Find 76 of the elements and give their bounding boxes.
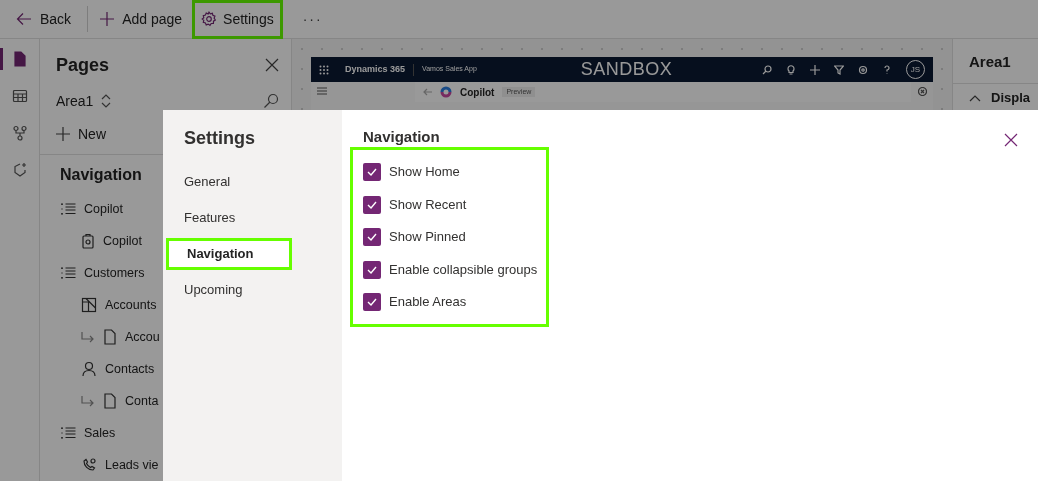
- settings-tab[interactable]: Upcoming: [163, 274, 342, 306]
- checkmark-icon: [367, 233, 377, 241]
- sandbox-label: SANDBOX: [580, 58, 673, 81]
- page-title: Copilot: [460, 85, 495, 100]
- phone-gear-icon: [81, 457, 97, 473]
- tree-item[interactable]: Accou: [125, 327, 160, 347]
- panel-title: Area1: [953, 39, 1038, 84]
- tree-item[interactable]: Conta: [125, 391, 159, 411]
- checkbox-label: Show Pinned: [389, 228, 466, 247]
- close-circle-icon[interactable]: [917, 87, 927, 96]
- list-icon: [60, 201, 76, 217]
- section-heading: Navigation: [363, 128, 440, 145]
- checkmark-icon: [367, 265, 377, 274]
- checkbox-label: Show Recent: [389, 195, 467, 214]
- checkmark-icon: [367, 298, 377, 306]
- brand-name: Dynamics 365: [345, 62, 406, 76]
- tree-item[interactable]: Contacts: [105, 359, 155, 379]
- checkbox-label: Show Home: [389, 163, 460, 182]
- tree-item[interactable]: Accounts: [105, 295, 157, 315]
- filter-icon[interactable]: [834, 64, 844, 75]
- list-icon: [60, 425, 76, 441]
- table-icon[interactable]: [11, 88, 28, 104]
- tree-item[interactable]: Copilot: [84, 199, 123, 219]
- checkmark-icon: [367, 200, 377, 209]
- more-button[interactable]: ···: [302, 8, 323, 30]
- return-arrow-icon: [81, 331, 95, 343]
- branch-icon[interactable]: [11, 125, 28, 141]
- checkbox[interactable]: [363, 260, 381, 279]
- section-heading: Navigation: [60, 166, 142, 183]
- page-icon[interactable]: [11, 51, 28, 67]
- help-icon[interactable]: [882, 64, 892, 75]
- plus-icon[interactable]: [810, 64, 820, 75]
- section-heading: Displa: [991, 89, 1030, 107]
- dashboard-icon: [81, 297, 97, 313]
- plus-icon: [100, 12, 115, 26]
- search-icon[interactable]: [263, 93, 279, 109]
- checkbox-label: Enable Areas: [389, 293, 467, 312]
- settings-tab[interactable]: Features: [163, 202, 342, 234]
- search-icon[interactable]: [762, 64, 772, 75]
- settings-icon[interactable]: [858, 64, 868, 75]
- add-page-button[interactable]: Add page: [100, 4, 183, 34]
- tree-item[interactable]: Copilot: [103, 231, 142, 251]
- settings-button[interactable]: Settings: [192, 0, 283, 39]
- settings-tab[interactable]: General: [163, 166, 342, 198]
- gear-icon: [201, 11, 218, 27]
- waffle-icon[interactable]: [319, 64, 329, 75]
- document-icon: [103, 329, 117, 345]
- person-icon: [81, 361, 97, 377]
- area-dropdown[interactable]: Area1: [56, 90, 112, 112]
- sparkle-hexagon-icon[interactable]: [11, 162, 28, 178]
- back-button[interactable]: Back: [12, 4, 76, 34]
- checkbox[interactable]: [363, 163, 381, 181]
- settings-tab[interactable]: Navigation: [166, 238, 292, 270]
- checkbox[interactable]: [363, 293, 381, 311]
- list-icon: [60, 265, 76, 281]
- close-icon[interactable]: [1004, 133, 1018, 147]
- dialog-title: Settings: [183, 127, 256, 150]
- tree-item[interactable]: Customers: [84, 263, 145, 283]
- checkbox-label: Enable collapsible groups: [389, 260, 538, 279]
- document-icon: [103, 393, 117, 409]
- clipboard-gear-icon: [81, 233, 95, 249]
- checkmark-icon: [367, 168, 377, 176]
- close-icon[interactable]: [265, 58, 279, 72]
- panel-title: Pages: [56, 53, 110, 77]
- return-arrow-icon: [81, 395, 95, 407]
- tree-item[interactable]: Leads vie: [105, 455, 159, 475]
- chevron-up-icon[interactable]: [969, 94, 981, 102]
- new-button[interactable]: New: [40, 124, 106, 144]
- back-arrow-icon: [16, 12, 32, 26]
- plus-icon: [56, 127, 70, 141]
- checkbox[interactable]: [363, 195, 381, 214]
- tree-item[interactable]: Sales: [84, 423, 116, 443]
- checkbox[interactable]: [363, 228, 381, 246]
- copilot-logo-icon: [440, 86, 452, 98]
- lightbulb-icon[interactable]: [786, 64, 796, 75]
- chevron-updown-icon: [101, 94, 112, 108]
